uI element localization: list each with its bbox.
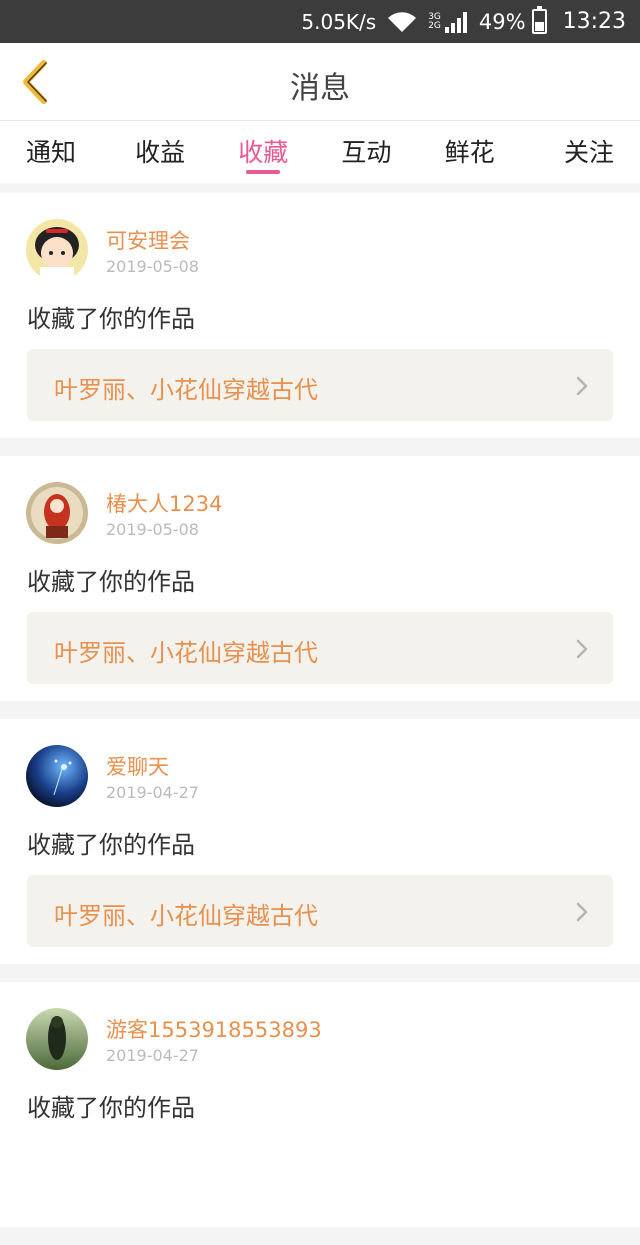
wifi-icon (386, 10, 418, 34)
tab-follows[interactable]: 关注 (521, 121, 640, 183)
message-text: 收藏了你的作品 (27, 1094, 195, 1122)
signal-label-bottom: 2G (428, 20, 441, 31)
tab-interactions[interactable]: 互动 (315, 121, 418, 183)
message-list: 可安理会 2019-05-08 收藏了你的作品 叶罗丽、小花仙穿越古代 椿大人1… (0, 193, 640, 1245)
avatar[interactable] (26, 745, 88, 807)
network-speed: 5.05K/s (301, 9, 377, 34)
message-date: 2019-04-27 (106, 783, 199, 802)
message-text: 收藏了你的作品 (27, 305, 195, 333)
list-item: 游客1553918553893 2019-04-27 收藏了你的作品 (0, 982, 640, 1227)
chevron-right-icon (576, 639, 588, 659)
list-item: 爱聊天 2019-04-27 收藏了你的作品 叶罗丽、小花仙穿越古代 (0, 719, 640, 964)
work-link[interactable]: 叶罗丽、小花仙穿越古代 (27, 875, 613, 947)
battery-percent: 49% (478, 9, 526, 34)
message-date: 2019-04-27 (106, 1046, 199, 1065)
battery-icon (531, 6, 547, 34)
tab-bar: 通知 收益 收藏 互动 鲜花 关注 (0, 121, 640, 183)
chevron-right-icon (576, 376, 588, 396)
work-link[interactable]: 叶罗丽、小花仙穿越古代 (27, 349, 613, 421)
work-title: 叶罗丽、小花仙穿越古代 (54, 639, 318, 667)
tab-flowers[interactable]: 鲜花 (418, 121, 521, 183)
list-item: 椿大人1234 2019-05-08 收藏了你的作品 叶罗丽、小花仙穿越古代 (0, 456, 640, 701)
user-name[interactable]: 椿大人1234 (106, 488, 222, 518)
work-title: 叶罗丽、小花仙穿越古代 (54, 902, 318, 930)
status-bar: 5.05K/s 3G 2G 49% 13:23 (0, 0, 640, 43)
avatar[interactable] (26, 482, 88, 544)
avatar[interactable] (26, 219, 88, 281)
list-item: 可安理会 2019-05-08 收藏了你的作品 叶罗丽、小花仙穿越古代 (0, 193, 640, 438)
user-name[interactable]: 可安理会 (106, 225, 190, 255)
tab-earnings[interactable]: 收益 (109, 121, 212, 183)
user-name[interactable]: 游客1553918553893 (106, 1014, 322, 1044)
work-link[interactable]: 叶罗丽、小花仙穿越古代 (27, 612, 613, 684)
message-text: 收藏了你的作品 (27, 568, 195, 596)
chevron-right-icon (576, 902, 588, 922)
avatar[interactable] (26, 1008, 88, 1070)
message-date: 2019-05-08 (106, 520, 199, 539)
clock: 13:23 (562, 9, 626, 34)
message-text: 收藏了你的作品 (27, 831, 195, 859)
cellular-signal-icon: 3G 2G (428, 11, 469, 33)
user-name[interactable]: 爱聊天 (106, 751, 169, 781)
nav-bar: 消息 (0, 43, 640, 121)
tab-favorites[interactable]: 收藏 (212, 121, 315, 183)
tab-notifications[interactable]: 通知 (0, 121, 109, 183)
page-title: 消息 (290, 71, 350, 106)
work-title: 叶罗丽、小花仙穿越古代 (54, 376, 318, 404)
message-date: 2019-05-08 (106, 257, 199, 276)
